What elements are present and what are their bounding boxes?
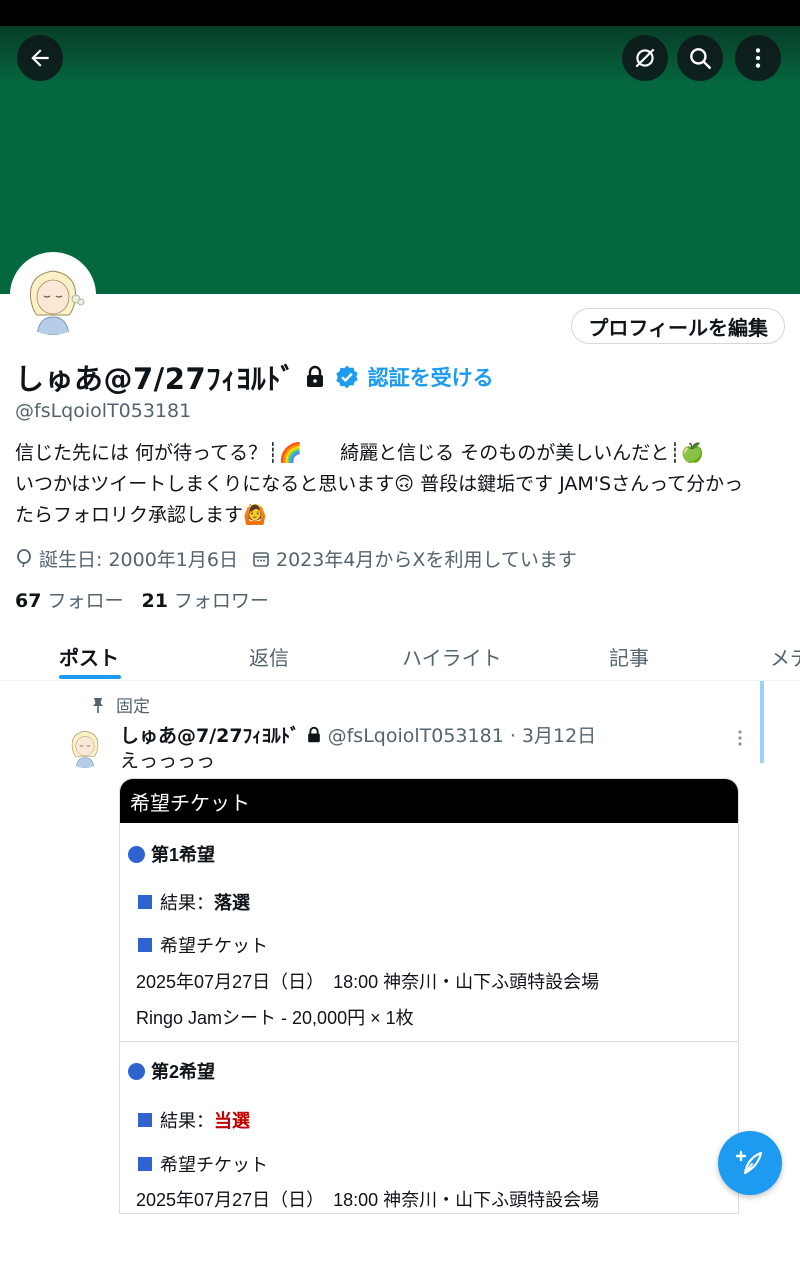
ticket-label: 希望チケット <box>160 1155 268 1175</box>
result-label: 結果： <box>160 893 214 913</box>
bio-line: たらフォロリク承認します🙆 <box>15 504 267 526</box>
profile-bio: 信じた先には 何が待ってる？┊🌈 綺麗と信じる そのものが美しいんだと┊🍏 いつ… <box>15 438 790 531</box>
birthday-text: 誕生日: 2000年1月6日 <box>39 549 238 571</box>
follow-stats: 67 フォロー 21 フォロワー <box>15 586 269 613</box>
following-count: 67 <box>15 590 42 612</box>
pinned-label: 固定 <box>116 697 150 717</box>
followers-count: 21 <box>141 590 168 612</box>
edit-profile-button[interactable]: プロフィールを編集 <box>571 308 785 344</box>
profile-handle: @fsLqoiolT053181 <box>15 400 192 422</box>
tab-highlights[interactable]: ハイライト <box>402 642 502 671</box>
followers-label: フォロワー <box>173 590 269 612</box>
joined-text: 2023年4月からXを利用しています <box>275 549 577 571</box>
scrollbar-thumb[interactable] <box>760 681 764 763</box>
tab-articles[interactable]: 記事 <box>609 642 649 671</box>
result-value: 当選 <box>214 1111 250 1131</box>
bullet-square <box>138 1157 152 1171</box>
bio-line: 信じた先には 何が待ってる？┊🌈 綺麗と信じる そのものが美しいんだと┊🍏 <box>15 442 705 464</box>
choice-title-text: 第1希望 <box>151 845 216 865</box>
search-button[interactable] <box>677 35 723 81</box>
datetime-line: 2025年07月27日（日） 18:00 神奈川・山下ふ頭特設会場 <box>136 972 600 992</box>
calendar-icon <box>253 551 269 567</box>
followers-link[interactable]: 21 フォロワー <box>141 586 268 613</box>
profile-name-row: しゅあ@7/27ﾌｨﾖﾙﾄﾞ 認証を受ける <box>15 356 494 398</box>
post-avatar[interactable] <box>62 722 108 768</box>
arrow-left-icon <box>31 49 49 67</box>
post-more-icon[interactable] <box>736 728 744 748</box>
bio-line: いつかはツイートしまくりになると思います🙃 普段は鍵垢です JAM'Sさんって分… <box>15 473 744 495</box>
joined-item: 2023年4月からXを利用しています <box>252 545 577 572</box>
more-vertical-icon <box>755 48 761 68</box>
post-image-card[interactable]: 希望チケット 第1希望 結果： 落選 希望チケット 2025年07月27日（日） … <box>119 778 739 1214</box>
more-button[interactable] <box>735 35 781 81</box>
bullet-dot <box>128 1062 145 1080</box>
bullet-square <box>138 938 152 952</box>
bullet-dot <box>128 845 145 863</box>
ticket-line: 希望チケット <box>138 1151 268 1177</box>
pin-icon <box>93 697 103 713</box>
lock-icon <box>306 365 323 387</box>
get-verified-link[interactable]: 認証を受ける <box>368 362 494 392</box>
following-link[interactable]: 67 フォロー <box>15 586 123 613</box>
seat-line: Ringo Jamシート - 20,000円 × 1枚 <box>136 1008 414 1028</box>
datetime-line: 2025年07月27日（日） 18:00 神奈川・山下ふ頭特設会場 <box>136 1190 600 1210</box>
post-text: えっっっっ <box>120 750 216 772</box>
result-line: 結果： 当選 <box>138 1107 250 1133</box>
card-header: 希望チケット <box>120 779 738 823</box>
tab-posts[interactable]: ポスト <box>59 642 119 671</box>
result-value: 落選 <box>214 893 250 913</box>
tab-replies[interactable]: 返信 <box>249 642 289 671</box>
compose-post-button[interactable] <box>718 1131 782 1195</box>
search-icon <box>690 48 711 69</box>
bullet-square <box>138 895 152 909</box>
lock-icon <box>307 726 320 742</box>
compose-post-icon <box>735 1150 763 1175</box>
post-author-name[interactable]: しゅあ@7/27ﾌｨﾖﾙﾄﾞ <box>120 721 300 748</box>
choice-title: 第2希望 <box>128 1058 215 1084</box>
birthday-item: 誕生日: 2000年1月6日 <box>15 545 238 572</box>
status-bar <box>0 0 800 26</box>
post-author-meta[interactable]: @fsLqoiolT053181 · 3月12日 <box>328 721 597 748</box>
choice-title: 第1希望 <box>128 841 215 867</box>
grok-icon <box>635 48 655 68</box>
profile-avatar[interactable] <box>10 252 96 338</box>
balloon-icon <box>17 548 31 567</box>
ticket-line: 希望チケット <box>138 932 268 958</box>
profile-meta: 誕生日: 2000年1月6日 2023年4月からXを利用しています <box>15 545 577 572</box>
choice-title-text: 第2希望 <box>151 1062 216 1082</box>
result-label: 結果： <box>160 1111 214 1131</box>
result-line: 結果： 落選 <box>138 889 250 915</box>
post-header: しゅあ@7/27ﾌｨﾖﾙﾄﾞ @fsLqoiolT053181 · 3月12日 <box>120 721 596 748</box>
bullet-square <box>138 1113 152 1127</box>
ticket-label: 希望チケット <box>160 936 268 956</box>
following-label: フォロー <box>47 590 124 612</box>
card-divider <box>120 1041 738 1042</box>
back-button[interactable] <box>17 35 63 81</box>
grok-button[interactable] <box>622 35 668 81</box>
display-name: しゅあ@7/27ﾌｨﾖﾙﾄﾞ <box>15 362 296 396</box>
active-tab-indicator <box>59 675 121 679</box>
verified-badge-icon[interactable] <box>334 364 360 390</box>
tab-media[interactable]: メデ <box>770 642 800 671</box>
pinned-indicator: 固定 <box>90 692 150 717</box>
profile-tabs: ポスト 返信 ハイライト 記事 メデ <box>0 630 800 681</box>
